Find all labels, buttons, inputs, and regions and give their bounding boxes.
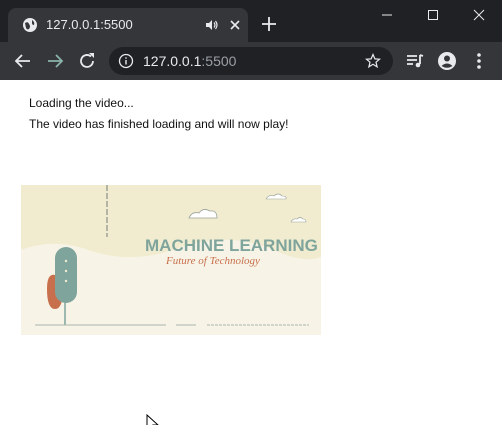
kebab-menu-icon[interactable]: [468, 50, 490, 72]
video-frame: MACHINE LEARNING Future of Technology: [21, 185, 321, 335]
tab-title: 127.0.0.1:5500: [46, 17, 133, 32]
page-viewport: Loading the video... The video has finis…: [0, 80, 502, 425]
arrow-right-icon[interactable]: [44, 50, 66, 72]
star-icon[interactable]: [364, 52, 382, 69]
browser-tab[interactable]: 127.0.0.1:5500: [8, 8, 248, 42]
window-close-button[interactable]: [456, 0, 502, 30]
reload-icon[interactable]: [76, 50, 98, 72]
loading-message: Loading the video...: [29, 96, 134, 110]
maximize-icon: [428, 10, 438, 20]
url-text: 127.0.0.1:5500: [143, 53, 236, 69]
globe-icon: [22, 17, 38, 33]
url-port: :5500: [201, 53, 237, 69]
address-bar[interactable]: 127.0.0.1:5500: [109, 47, 393, 75]
url-host: 127.0.0.1: [143, 53, 202, 69]
arrow-left-icon[interactable]: [12, 50, 34, 72]
browser-window: 127.0.0.1:5500 127.0.0.1:5500 Loading th…: [0, 0, 502, 425]
info-icon[interactable]: [118, 53, 134, 69]
loaded-message: The video has finished loading and will …: [29, 117, 289, 131]
plus-icon[interactable]: [258, 13, 280, 35]
speaker-icon[interactable]: [205, 18, 219, 32]
maximize-button[interactable]: [410, 0, 456, 30]
mouse-cursor-icon: [146, 413, 160, 425]
minimize-icon: [382, 14, 392, 16]
close-icon[interactable]: [227, 17, 243, 33]
video-player[interactable]: MACHINE LEARNING Future of Technology: [21, 185, 321, 335]
media-queue-icon[interactable]: [404, 50, 426, 72]
video-subtitle: Future of Technology: [165, 255, 260, 267]
video-title: MACHINE LEARNING: [145, 236, 318, 255]
profile-icon[interactable]: [436, 50, 458, 72]
minimize-button[interactable]: [364, 0, 410, 30]
browser-toolbar: 127.0.0.1:5500: [0, 42, 502, 80]
tab-strip: 127.0.0.1:5500: [0, 0, 502, 42]
close-icon: [473, 9, 485, 21]
